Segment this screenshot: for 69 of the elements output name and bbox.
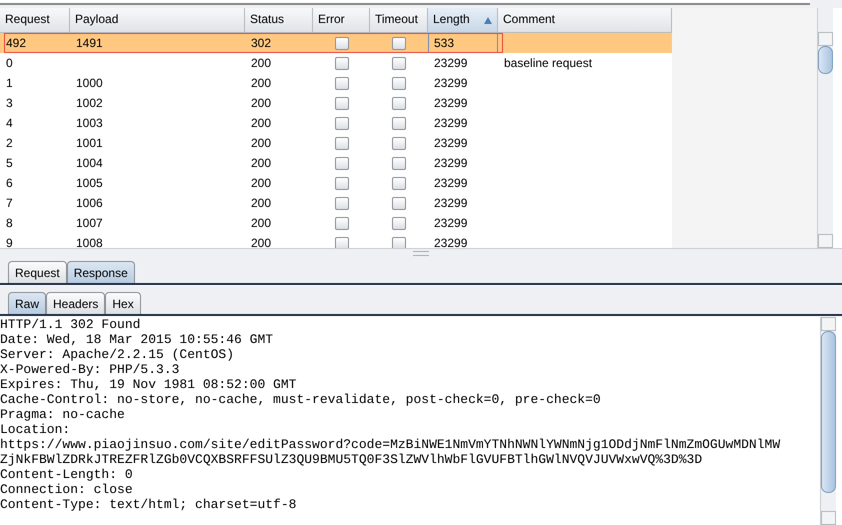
table-cell: 1002 bbox=[76, 96, 103, 110]
table-cell: 1003 bbox=[76, 116, 103, 130]
table-cell: 1007 bbox=[76, 216, 103, 230]
scrollbar[interactable] bbox=[820, 317, 836, 525]
column-header[interactable]: Error bbox=[313, 8, 370, 32]
table-cell: 23299 bbox=[434, 156, 468, 170]
table-cell: 1001 bbox=[76, 136, 103, 150]
table-cell: 200 bbox=[251, 216, 272, 230]
table-cell: 23299 bbox=[434, 136, 468, 150]
table-row[interactable]: 3 1002 200 23299 bbox=[0, 93, 672, 113]
tab[interactable]: Response bbox=[66, 261, 135, 283]
table-cell: 1491 bbox=[76, 36, 103, 50]
table-cell: 1000 bbox=[76, 76, 103, 90]
tab[interactable]: Hex bbox=[105, 292, 141, 314]
table-cell: 7 bbox=[6, 196, 13, 210]
table-cell: 492 bbox=[6, 36, 26, 50]
table-cell: 4 bbox=[6, 116, 13, 130]
table-cell: 0 bbox=[6, 56, 13, 70]
table-cell: 200 bbox=[251, 176, 272, 190]
tab[interactable]: Headers bbox=[46, 292, 106, 314]
table-cell: 23299 bbox=[434, 96, 468, 110]
sort-arrow-icon bbox=[484, 17, 492, 24]
table-row[interactable]: 8 1007 200 23299 bbox=[0, 213, 672, 233]
table-cell: 200 bbox=[251, 236, 272, 248]
table-cell: 1006 bbox=[76, 196, 103, 210]
table-row[interactable]: 2 1001 200 23299 bbox=[0, 133, 672, 153]
table-cell: 3 bbox=[6, 96, 13, 110]
table-row[interactable]: 7 1006 200 23299 bbox=[0, 193, 672, 213]
table-cell: 200 bbox=[251, 56, 272, 70]
table-cell: 533 bbox=[434, 36, 454, 50]
table-cell: 200 bbox=[251, 116, 272, 130]
table-cell: 1008 bbox=[76, 236, 103, 248]
table-cell: 1005 bbox=[76, 176, 103, 190]
table-cell: 23299 bbox=[434, 56, 468, 70]
column-header[interactable]: Payload bbox=[70, 8, 245, 32]
table-cell: baseline request bbox=[504, 56, 592, 70]
table-cell: 200 bbox=[251, 136, 272, 150]
response-text: HTTP/1.1 302 Found Date: Wed, 18 Mar 2015 10:55:46 GMT Server: Apache/2.2.15 (CentOS) X-Powered-By: PHP/5.3.3 Expires: Thu, 19 Nov 1981 08:52:00 GMT Cache-Control: no-store, no-cache, must-revalidate, post-check=0, pre-check=0 Pragma: no-cache Location: https://www.piaojinsuo.com/site/editPassword?code=MzBiNWE1NmVmYTNhNWNlYWNmNjg1ODdjNmFlNmZmOGUwMDNlMW ZjNkFBWlZDRkJTREZFRlZGb0VCQXBSRFFSUlZ3QU9BMU5TQ0F3SlZWVlhWbFlGVUFBTlhGWlNVQVJUVWxwVQ%3D%3D Content-Length: 0 Connection: close Content-Type: text/html; charset=utf-8 bbox=[0, 317, 782, 514]
table-row[interactable]: 6 1005 200 23299 bbox=[0, 173, 672, 193]
table-cell: 23299 bbox=[434, 196, 468, 210]
table-cell: 2 bbox=[6, 136, 13, 150]
table-cell: 1 bbox=[6, 76, 13, 90]
table-row[interactable]: 4 1003 200 23299 bbox=[0, 113, 672, 133]
table-cell: 5 bbox=[6, 156, 13, 170]
table-cell: 23299 bbox=[434, 236, 468, 248]
column-header[interactable]: Length bbox=[428, 8, 498, 32]
table-row[interactable]: 9 1008 200 23299 bbox=[0, 233, 672, 248]
table-cell: 302 bbox=[251, 36, 272, 50]
scrollbar[interactable] bbox=[817, 8, 833, 248]
column-header[interactable]: Request bbox=[0, 8, 70, 32]
table-cell: 23299 bbox=[434, 216, 468, 230]
table-row[interactable]: 492 1491 302 533 bbox=[0, 33, 672, 53]
table-cell: 200 bbox=[251, 196, 272, 210]
table-cell: 23299 bbox=[434, 116, 468, 130]
table-row[interactable]: 0 200 23299 baseline request bbox=[0, 53, 672, 73]
table-cell: 23299 bbox=[434, 176, 468, 190]
tab[interactable]: Raw bbox=[8, 292, 46, 314]
table-cell: 8 bbox=[6, 216, 13, 230]
table-cell: 200 bbox=[251, 76, 272, 90]
table-cell: 9 bbox=[6, 236, 13, 248]
table-cell: 6 bbox=[6, 176, 13, 190]
column-header[interactable]: Status bbox=[245, 8, 313, 32]
tab[interactable]: Request bbox=[8, 261, 67, 283]
table-cell: 200 bbox=[251, 96, 272, 110]
table-row[interactable]: 1 1000 200 23299 bbox=[0, 73, 672, 93]
table-cell: 23299 bbox=[434, 76, 468, 90]
table-cell: 1004 bbox=[76, 156, 103, 170]
table-row[interactable]: 5 1004 200 23299 bbox=[0, 153, 672, 173]
table-cell: 200 bbox=[251, 156, 272, 170]
